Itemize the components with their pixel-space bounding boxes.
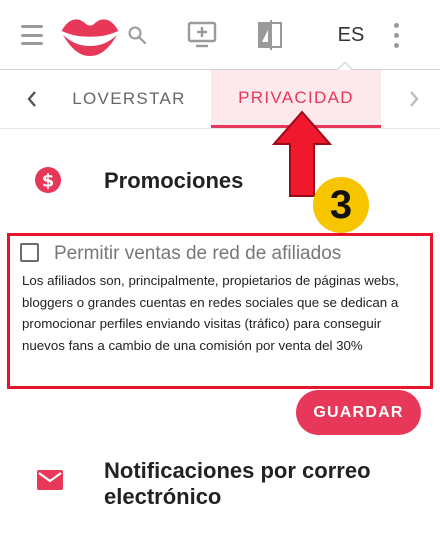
- dollar-circle-icon: $: [34, 166, 62, 194]
- chevron-left-icon[interactable]: [20, 84, 44, 114]
- monitor-plus-icon[interactable]: [184, 18, 220, 52]
- affiliate-sales-label[interactable]: Permitir ventas de red de afiliados: [54, 242, 341, 266]
- affiliate-description: Los afiliados son, principalmente, propi…: [22, 273, 399, 353]
- compare-icon[interactable]: [255, 18, 285, 52]
- language-selector[interactable]: ES: [328, 20, 374, 50]
- tabs-divider: [0, 128, 440, 129]
- tab-bar: LOVERSTAR PRIVACIDAD: [0, 70, 440, 128]
- mail-icon: [36, 468, 64, 492]
- affiliate-sales-checkbox[interactable]: [20, 243, 39, 262]
- save-button[interactable]: GUARDAR: [296, 390, 421, 435]
- notifications-title: Notificaciones por correo electrónico: [104, 458, 371, 509]
- top-app-bar: ES: [0, 0, 440, 70]
- lips-logo-icon[interactable]: [58, 10, 122, 60]
- more-vert-icon[interactable]: [388, 20, 404, 50]
- search-icon[interactable]: [124, 22, 150, 48]
- hamburger-icon[interactable]: [18, 22, 46, 48]
- tab-loverstar[interactable]: LOVERSTAR: [56, 70, 202, 128]
- svg-text:$: $: [42, 171, 55, 192]
- promotions-title: Promociones: [104, 168, 244, 193]
- step-badge: 3: [313, 177, 369, 233]
- chevron-right-icon[interactable]: [402, 84, 426, 114]
